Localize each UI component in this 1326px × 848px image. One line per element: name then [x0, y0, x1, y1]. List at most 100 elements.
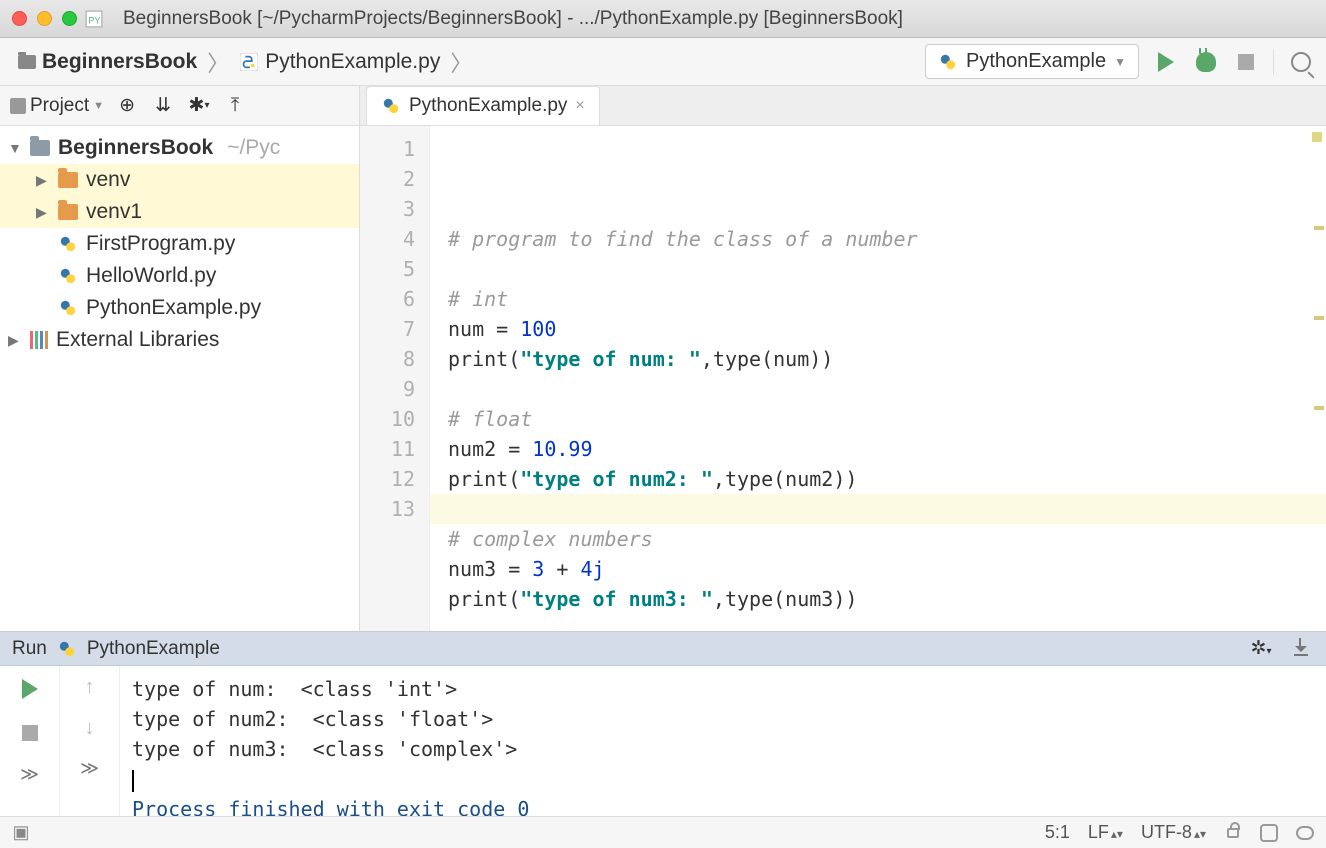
- code-line[interactable]: print("type of num: ",type(num)): [448, 344, 1326, 374]
- read-only-toggle[interactable]: [1224, 824, 1242, 842]
- tree-item-label: PythonExample.py: [86, 296, 261, 320]
- code-line[interactable]: [448, 254, 1326, 284]
- close-tab-button[interactable]: ×: [575, 97, 584, 115]
- project-view-selector[interactable]: Project▼: [10, 95, 104, 117]
- expand-icon[interactable]: ▼: [8, 140, 22, 156]
- tree-item[interactable]: HelloWorld.py: [0, 260, 359, 292]
- code-line[interactable]: [430, 494, 1326, 524]
- tree-root-path: ~/Pyc: [227, 136, 280, 160]
- code-line[interactable]: num3 = 3 + 4j: [448, 554, 1326, 584]
- code-line[interactable]: print("type of num3: ",type(num3)): [448, 584, 1326, 614]
- svg-text:PY: PY: [88, 15, 100, 25]
- scroll-down-button[interactable]: ↓: [85, 717, 95, 740]
- search-everywhere-button[interactable]: [1288, 49, 1314, 75]
- tool-windows-button[interactable]: ▣: [12, 824, 30, 842]
- warning-mark-icon[interactable]: [1314, 226, 1324, 230]
- code-line[interactable]: # int: [448, 284, 1326, 314]
- console-output[interactable]: type of num: <class 'int'>type of num2: …: [120, 666, 1326, 816]
- run-button[interactable]: [1153, 49, 1179, 75]
- console-line: type of num: <class 'int'>: [132, 674, 1314, 704]
- expand-icon[interactable]: ▶: [36, 204, 50, 221]
- python-file-icon: [58, 298, 78, 318]
- inspection-profile-button[interactable]: [1260, 824, 1278, 842]
- tree-root-label: BeginnersBook: [58, 136, 213, 160]
- console-line: type of num2: <class 'float'>: [132, 704, 1314, 734]
- breadcrumbs: BeginnersBook 〉 PythonExample.py 〉: [12, 46, 472, 78]
- code-line[interactable]: print("type of num2: ",type(num2)): [448, 464, 1326, 494]
- run-configuration-selector[interactable]: PythonExample ▼: [925, 44, 1139, 79]
- editor-pane: PythonExample.py × 12345678910111213 # p…: [360, 86, 1326, 631]
- warning-mark-icon[interactable]: [1314, 316, 1324, 320]
- export-output-button[interactable]: [1288, 636, 1314, 662]
- caret-position[interactable]: 5:1: [1045, 822, 1070, 843]
- code-area[interactable]: # program to find the class of a number …: [430, 126, 1326, 631]
- maximize-window-button[interactable]: [62, 11, 77, 26]
- editor-tab[interactable]: PythonExample.py ×: [366, 86, 600, 125]
- code-line[interactable]: # float: [448, 404, 1326, 434]
- tree-root[interactable]: ▼ BeginnersBook ~/Pyc: [0, 132, 359, 164]
- project-folder-icon: [30, 140, 50, 156]
- rerun-button[interactable]: [17, 676, 43, 702]
- more-button[interactable]: ≫: [20, 764, 39, 785]
- debug-button[interactable]: [1193, 49, 1219, 75]
- settings-button[interactable]: ✱▾: [186, 93, 212, 119]
- traffic-lights: [12, 11, 77, 26]
- scroll-up-button[interactable]: ↑: [85, 676, 95, 699]
- gear-icon: ✲▾: [1251, 637, 1272, 660]
- breadcrumb-file-label: PythonExample.py: [265, 50, 440, 74]
- code-line[interactable]: num2 = 10.99: [448, 434, 1326, 464]
- stop-run-button[interactable]: [17, 720, 43, 746]
- more-button[interactable]: ≫: [80, 758, 99, 779]
- run-config-name: PythonExample: [87, 638, 220, 660]
- code-line[interactable]: # program to find the class of a number: [448, 224, 1326, 254]
- run-tool-window: Run PythonExample ✲▾ ≫ ↑ ↓ ≫ type of num…: [0, 631, 1326, 816]
- tree-item[interactable]: ▶ venv1: [0, 196, 359, 228]
- folder-icon: [58, 172, 78, 188]
- project-sidebar: Project▼ ⊕ ⇊ ✱▾ ⤒ ▼ BeginnersBook ~/Pyc …: [0, 86, 360, 631]
- breadcrumb-project[interactable]: BeginnersBook: [12, 46, 203, 78]
- breadcrumb-sep-icon: 〉: [207, 46, 229, 78]
- notifications-button[interactable]: [1296, 824, 1314, 842]
- project-tree[interactable]: ▼ BeginnersBook ~/Pyc ▶ venv ▶ venv1 Fir…: [0, 126, 359, 631]
- breadcrumb-sep-icon: 〉: [450, 46, 472, 78]
- stop-button[interactable]: [1233, 49, 1259, 75]
- run-header[interactable]: Run PythonExample ✲▾: [0, 632, 1326, 666]
- expand-icon[interactable]: ▶: [8, 332, 22, 349]
- console-line: [132, 764, 1314, 794]
- sidebar-toolbar: Project▼ ⊕ ⇊ ✱▾ ⤒: [0, 86, 359, 126]
- python-file-icon: [57, 639, 77, 659]
- python-file-icon: [58, 266, 78, 286]
- code-line[interactable]: [448, 374, 1326, 404]
- file-encoding[interactable]: UTF-8▴▾: [1141, 822, 1206, 843]
- run-settings-button[interactable]: ✲▾: [1248, 636, 1274, 662]
- hector-icon: [1260, 824, 1278, 842]
- tree-item[interactable]: PythonExample.py: [0, 292, 359, 324]
- tree-external-libs[interactable]: ▶ External Libraries: [0, 324, 359, 356]
- inspection-stripe[interactable]: [1310, 126, 1324, 631]
- play-icon: [22, 679, 38, 699]
- expand-icon[interactable]: ▶: [36, 172, 50, 189]
- locate-file-button[interactable]: ⊕: [114, 93, 140, 119]
- code-line[interactable]: num = 100: [448, 314, 1326, 344]
- breadcrumb-project-label: BeginnersBook: [42, 50, 197, 74]
- minimize-window-button[interactable]: [37, 11, 52, 26]
- run-config-label: PythonExample: [966, 50, 1106, 73]
- project-view-icon: [10, 98, 26, 114]
- tree-item[interactable]: FirstProgram.py: [0, 228, 359, 260]
- project-view-label: Project: [30, 95, 89, 117]
- breadcrumb-file[interactable]: PythonExample.py: [233, 46, 446, 78]
- editor-tabs: PythonExample.py ×: [360, 86, 1326, 126]
- tree-item[interactable]: ▶ venv: [0, 164, 359, 196]
- line-number-gutter[interactable]: 12345678910111213: [360, 126, 430, 631]
- search-icon: [1291, 52, 1311, 72]
- collapse-all-button[interactable]: ⇊: [150, 93, 176, 119]
- close-window-button[interactable]: [12, 11, 27, 26]
- status-bar-right: 5:1 LF▴▾ UTF-8▴▾: [1045, 822, 1314, 843]
- code-line[interactable]: # complex numbers: [448, 524, 1326, 554]
- app-icon: PY: [85, 10, 103, 28]
- line-separator[interactable]: LF▴▾: [1088, 822, 1123, 843]
- warning-mark-icon[interactable]: [1314, 406, 1324, 410]
- hide-button[interactable]: ⤒: [222, 93, 248, 119]
- bug-icon: [1196, 52, 1216, 72]
- download-icon: [1294, 642, 1308, 656]
